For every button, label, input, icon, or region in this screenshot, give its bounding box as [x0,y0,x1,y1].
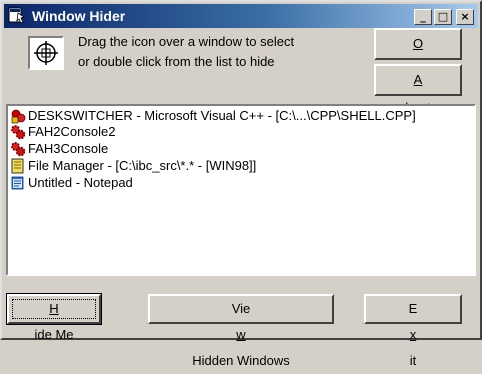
instruction-line-2: or double click from the list to hide [78,54,275,69]
list-item[interactable]: FAH3Console [8,140,474,157]
title-bar[interactable]: Window Hider _ □ × [4,4,478,28]
notepad-icon [11,176,24,190]
list-item[interactable]: File Manager - [C:\ibc_src\*.* - [WIN98]… [8,157,474,174]
list-item-label: DESKSWITCHER - Microsoft Visual C++ - [C… [28,108,416,123]
crosshair-icon [34,41,58,65]
minimize-button[interactable]: _ [414,9,432,25]
list-item[interactable]: Untitled - Notepad [8,174,474,191]
fah-gear-icon [11,125,26,140]
visual-cpp-icon [11,109,26,124]
about-button[interactable]: About [374,64,462,115]
crosshair-drag-icon[interactable] [28,36,64,70]
list-item-label: File Manager - [C:\ibc_src\*.* - [WIN98]… [28,158,257,173]
window-list[interactable]: DESKSWITCHER - Microsoft Visual C++ - [C… [6,104,476,276]
instruction-line-1: Drag the icon over a window to select [78,34,295,49]
list-item[interactable]: DESKSWITCHER - Microsoft Visual C++ - [C… [8,107,474,124]
list-item-label: FAH3Console [28,141,109,156]
exit-button[interactable]: Ex it [364,294,462,368]
view-hidden-windows-button[interactable]: Vie w Hidden Windows [148,294,334,368]
focus-rectangle [12,299,96,319]
options-button[interactable]: Options [374,28,462,79]
close-button[interactable]: × [456,9,474,25]
list-item-label: FAH2Console2 [28,124,116,139]
list-item[interactable]: FAH2Console2 [8,123,474,140]
fah-gear-icon [11,142,26,157]
window-title: Window Hider [32,8,126,24]
file-manager-icon [11,158,24,174]
list-item-label: Untitled - Notepad [28,175,133,190]
app-icon [8,7,25,24]
window-hider-window: Window Hider _ □ × Drag the icon over a … [0,0,482,368]
maximize-button[interactable]: □ [434,9,452,25]
hide-me-button[interactable]: Hide Me [6,293,102,342]
